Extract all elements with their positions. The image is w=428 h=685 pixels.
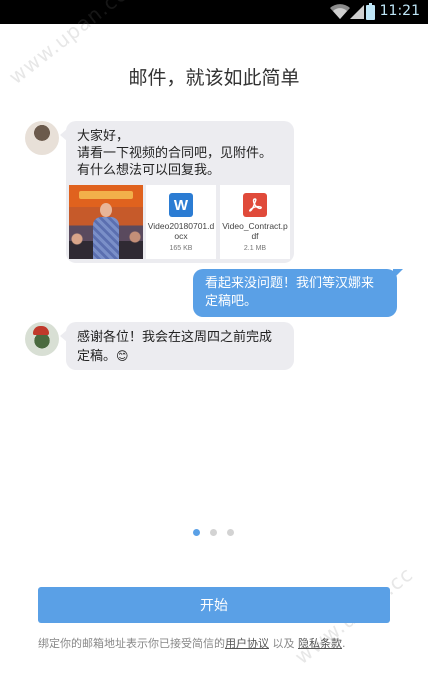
- acrobat-icon: [249, 198, 262, 212]
- thumbnail-person: [93, 203, 119, 259]
- footer-text: 以及: [269, 637, 298, 650]
- signal-icon: [350, 5, 364, 19]
- file-size: 165 KB: [169, 245, 193, 252]
- message-text-content: 感谢各位！我会在这周四之前完成 定稿。: [77, 330, 273, 364]
- attachment-list: W Video20180701.docx 165 KB Video_Contra…: [69, 185, 291, 259]
- avatar-person-icon: [25, 322, 59, 356]
- wifi-icon: [330, 4, 350, 19]
- battery-icon: [366, 3, 375, 20]
- status-bar: 11:21: [0, 0, 428, 24]
- attachment-pdf-file[interactable]: Video_Contract.pdf 2.1 MB: [220, 185, 290, 259]
- incoming-message-bubble: 感谢各位！我会在这周四之前完成 定稿。😊: [60, 322, 294, 370]
- terms-footer: 绑定你的邮箱地址表示你已接受简信的用户协议 以及 隐私条款.: [38, 635, 398, 651]
- page-dot[interactable]: [227, 529, 234, 536]
- avatar-man-icon: [25, 121, 59, 155]
- video-thumbnail-icon[interactable]: [69, 185, 143, 259]
- page-dot[interactable]: [210, 529, 217, 536]
- file-name: Video20180701.docx: [147, 221, 215, 241]
- start-button[interactable]: 开始: [38, 587, 390, 623]
- footer-text: .: [342, 637, 346, 650]
- word-file-icon: W: [169, 193, 193, 217]
- page-dot-active[interactable]: [193, 529, 200, 536]
- page-indicator: [193, 529, 237, 537]
- attachment-word-file[interactable]: W Video20180701.docx 165 KB: [146, 185, 216, 259]
- thumbnail-person-head: [100, 203, 112, 217]
- footer-text: 绑定你的邮箱地址表示你已接受简信的: [38, 637, 225, 650]
- thumbnail-person-body: [93, 217, 119, 259]
- outgoing-message-bubble: 看起来没问题！我们等汉娜来 定稿吧。: [193, 269, 403, 317]
- file-size: 2.1 MB: [243, 245, 267, 252]
- smile-emoji-icon: 😊: [116, 349, 129, 363]
- privacy-policy-link[interactable]: 隐私条款: [298, 637, 342, 650]
- message-text: 感谢各位！我会在这周四之前完成 定稿。😊: [77, 329, 289, 366]
- incoming-message-bubble: 大家好， 请看一下视频的合同吧，见附件。 有什么想法可以回复我。 W Video…: [60, 121, 294, 263]
- message-text: 看起来没问题！我们等汉娜来 定稿吧。: [205, 276, 375, 309]
- message-text: 大家好， 请看一下视频的合同吧，见附件。 有什么想法可以回复我。: [77, 129, 273, 178]
- page-title: 邮件，就该如此简单: [128, 67, 300, 89]
- thumbnail-banner: [79, 191, 133, 199]
- pdf-file-icon: [243, 193, 267, 217]
- user-agreement-link[interactable]: 用户协议: [225, 637, 269, 650]
- status-clock: 11:21: [379, 3, 420, 19]
- file-name: Video_Contract.pdf: [222, 221, 288, 241]
